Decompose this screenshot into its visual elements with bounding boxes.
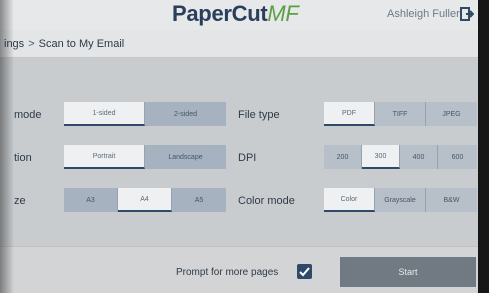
breadcrumb: ings > Scan to My Email bbox=[4, 38, 124, 50]
prompt-more-pages-checkbox[interactable] bbox=[297, 264, 312, 279]
start-button[interactable]: Start bbox=[340, 257, 476, 287]
user-name: Ashleigh Fuller bbox=[387, 8, 460, 20]
option-color[interactable]: Color bbox=[324, 188, 375, 212]
option-pdf[interactable]: PDF bbox=[324, 102, 375, 126]
device-bezel bbox=[478, 0, 489, 293]
dpi-selector: 200 300 400 600 bbox=[324, 145, 477, 169]
app-logo: PaperCutMF bbox=[172, 1, 299, 27]
dpi-label: DPI bbox=[238, 152, 257, 164]
logo-main-text: PaperCut bbox=[172, 1, 268, 26]
option-jpeg[interactable]: JPEG bbox=[426, 102, 477, 126]
option-1-sided[interactable]: 1-sided bbox=[64, 102, 145, 126]
option-grayscale[interactable]: Grayscale bbox=[375, 188, 426, 212]
option-landscape[interactable]: Landscape bbox=[145, 145, 226, 169]
breadcrumb-bar: ings > Scan to My Email bbox=[0, 30, 478, 58]
orientation-label: tion bbox=[14, 152, 32, 164]
option-300[interactable]: 300 bbox=[362, 145, 400, 169]
paper-size-label: ze bbox=[14, 195, 26, 207]
duplex-label: mode bbox=[14, 109, 42, 121]
orientation-selector: Portrait Landscape bbox=[64, 145, 226, 169]
screen: PaperCutMF Ashleigh Fuller ings > Scan to … bbox=[0, 0, 478, 293]
logout-icon[interactable] bbox=[460, 7, 474, 21]
color-mode-selector: Color Grayscale B&W bbox=[324, 188, 477, 212]
option-400[interactable]: 400 bbox=[400, 145, 438, 169]
checkmark-icon bbox=[299, 267, 310, 277]
screen-edge-shadow bbox=[0, 0, 14, 293]
header: PaperCutMF Ashleigh Fuller bbox=[0, 0, 478, 30]
option-200[interactable]: 200 bbox=[324, 145, 362, 169]
duplex-selector: 1-sided 2-sided bbox=[64, 102, 226, 126]
settings-panel: mode 1-sided 2-sided tion Portrait Lands… bbox=[0, 58, 478, 246]
color-mode-label: Color mode bbox=[238, 195, 295, 207]
paper-size-selector: A3 A4 A5 bbox=[64, 188, 226, 212]
option-600[interactable]: 600 bbox=[438, 145, 477, 169]
file-type-selector: PDF TIFF JPEG bbox=[324, 102, 477, 126]
option-2-sided[interactable]: 2-sided bbox=[145, 102, 226, 126]
option-portrait[interactable]: Portrait bbox=[64, 145, 145, 169]
prompt-more-pages-label: Prompt for more pages bbox=[176, 267, 279, 278]
option-bw[interactable]: B&W bbox=[426, 188, 477, 212]
option-a3[interactable]: A3 bbox=[64, 188, 118, 212]
breadcrumb-current: Scan to My Email bbox=[38, 38, 125, 50]
option-a5[interactable]: A5 bbox=[172, 188, 226, 212]
option-tiff[interactable]: TIFF bbox=[375, 102, 426, 126]
breadcrumb-separator: > bbox=[28, 38, 35, 50]
option-a4[interactable]: A4 bbox=[118, 188, 172, 212]
logo-suffix-text: MF bbox=[267, 1, 299, 26]
file-type-label: File type bbox=[238, 109, 280, 121]
